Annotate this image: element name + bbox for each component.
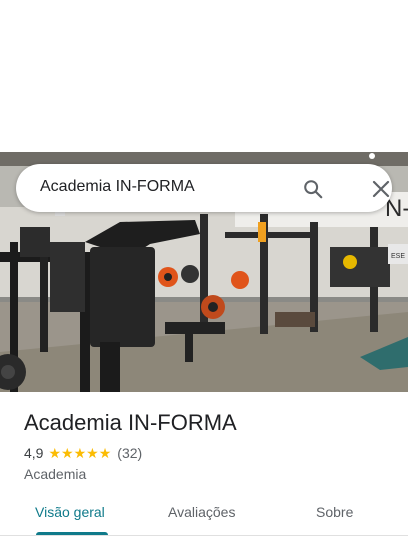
- search-icon[interactable]: [302, 178, 324, 200]
- tab-overview[interactable]: Visão geral: [35, 504, 105, 520]
- wall-sign-text: ESE: [391, 253, 405, 260]
- tab-reviews[interactable]: Avaliações: [168, 504, 235, 520]
- place-tabs: Visão geral Avaliações Sobre: [0, 494, 408, 535]
- review-count[interactable]: (32): [117, 445, 142, 461]
- star-icon: ★: [86, 445, 99, 461]
- close-icon[interactable]: [371, 179, 391, 199]
- search-bar[interactable]: Academia IN-FORMA: [16, 164, 392, 212]
- star-rating: ★ ★ ★ ★ ★: [48, 446, 111, 460]
- star-icon: ★: [98, 445, 112, 461]
- search-query-text[interactable]: Academia IN-FORMA: [40, 178, 195, 196]
- tabs-divider: [0, 535, 408, 536]
- place-title: Academia IN-FORMA: [24, 410, 237, 435]
- place-category: Academia: [24, 466, 87, 482]
- star-icon: ★: [61, 445, 74, 461]
- star-icon: ★: [48, 445, 62, 461]
- tab-about[interactable]: Sobre: [316, 504, 353, 520]
- star-icon: ★: [73, 445, 87, 461]
- rating-row[interactable]: 4,9 ★ ★ ★ ★ ★ (32): [24, 445, 142, 461]
- rating-value: 4,9: [24, 445, 44, 461]
